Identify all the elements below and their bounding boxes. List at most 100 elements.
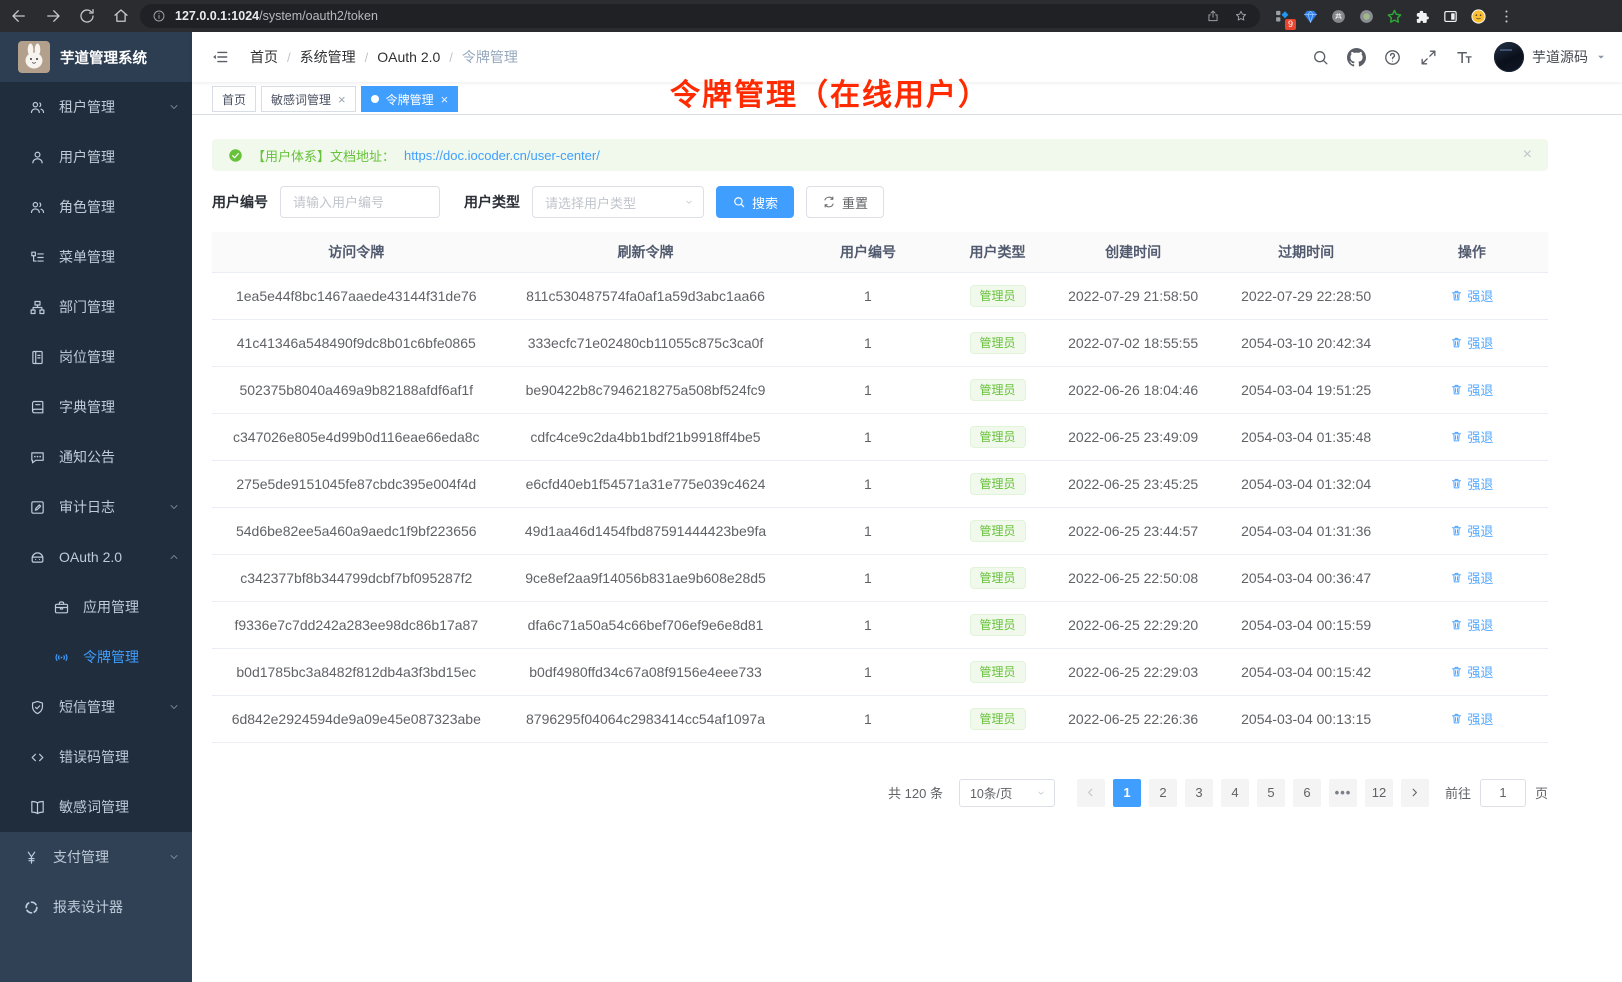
token-row: 54d6be82ee5a460a9aedc1f9bf22365649d1aa46… bbox=[212, 507, 1548, 554]
blocks-extension-icon[interactable]: 9 bbox=[1274, 8, 1291, 25]
github-icon[interactable] bbox=[1347, 48, 1366, 67]
tab-close-icon[interactable]: × bbox=[338, 93, 346, 106]
reload-icon[interactable] bbox=[78, 7, 96, 25]
trash-icon bbox=[1450, 383, 1463, 396]
force-logout-link[interactable]: 强退 bbox=[1450, 333, 1493, 352]
page-2-button[interactable]: 2 bbox=[1149, 779, 1177, 807]
browser-nav-buttons bbox=[10, 7, 130, 25]
star-extension-icon[interactable] bbox=[1386, 8, 1403, 25]
breadcrumb-item[interactable]: OAuth 2.0 bbox=[377, 49, 440, 65]
next-page-button[interactable] bbox=[1401, 779, 1429, 807]
breadcrumb-item[interactable]: 系统管理 bbox=[300, 47, 356, 67]
sidebar-item-user[interactable]: 用户管理 bbox=[0, 132, 192, 182]
sidebar-item-report-designer[interactable]: 报表设计器 bbox=[0, 882, 192, 932]
forward-icon[interactable] bbox=[44, 7, 62, 25]
puzzle-extensions-icon[interactable] bbox=[1414, 8, 1431, 25]
sidebar-item-oauth2-app[interactable]: 应用管理 bbox=[0, 582, 192, 632]
alert-close-icon[interactable]: × bbox=[1523, 147, 1532, 163]
access-token-cell: 54d6be82ee5a460a9aedc1f9bf223656 bbox=[212, 507, 501, 554]
user-id-input[interactable] bbox=[280, 186, 440, 218]
sidebar-item-sms[interactable]: 短信管理 bbox=[0, 682, 192, 732]
force-logout-link[interactable]: 强退 bbox=[1450, 568, 1493, 587]
pager-ellipsis[interactable]: ••• bbox=[1329, 779, 1357, 807]
force-logout-link[interactable]: 强退 bbox=[1450, 380, 1493, 399]
dict-book-icon bbox=[28, 398, 46, 416]
breadcrumb-item[interactable]: 首页 bbox=[250, 47, 278, 67]
sidebar-item-oauth2-token[interactable]: 令牌管理 bbox=[0, 632, 192, 682]
tenant-users-icon bbox=[28, 98, 46, 116]
url-path: /system/oauth2/token bbox=[259, 9, 378, 23]
sidebar-item-post[interactable]: 岗位管理 bbox=[0, 332, 192, 382]
tab-close-icon[interactable]: × bbox=[441, 93, 449, 106]
expires-at-cell: 2054-03-04 01:32:04 bbox=[1217, 460, 1396, 507]
tab-sensitive-word[interactable]: 敏感词管理× bbox=[261, 86, 356, 112]
doc-link[interactable]: https://doc.iocoder.cn/user-center/ bbox=[404, 148, 600, 163]
font-size-icon[interactable] bbox=[1455, 48, 1474, 67]
user-type-select[interactable]: 请选择用户类型 bbox=[532, 186, 704, 218]
user-type-badge: 管理员 bbox=[970, 473, 1026, 495]
chevron-down-icon bbox=[1036, 788, 1046, 798]
gem-extension-icon[interactable] bbox=[1302, 8, 1319, 25]
force-logout-link[interactable]: 强退 bbox=[1450, 521, 1493, 540]
page-1-button[interactable]: 1 bbox=[1113, 779, 1141, 807]
force-logout-link[interactable]: 强退 bbox=[1450, 427, 1493, 446]
force-logout-link[interactable]: 强退 bbox=[1450, 709, 1493, 728]
trash-icon bbox=[1450, 289, 1463, 302]
sidebar-item-error-code[interactable]: 错误码管理 bbox=[0, 732, 192, 782]
record-extension-icon[interactable] bbox=[1358, 8, 1375, 25]
profile-avatar-icon[interactable] bbox=[1470, 8, 1487, 25]
bookmark-star-icon[interactable] bbox=[1234, 9, 1248, 23]
sidebar-item-pay[interactable]: 支付管理 bbox=[0, 832, 192, 882]
sidebar-item-notice[interactable]: 通知公告 bbox=[0, 432, 192, 482]
tab-oauth2-token[interactable]: 令牌管理× bbox=[361, 86, 459, 112]
expires-at-cell: 2054-03-04 01:31:36 bbox=[1217, 507, 1396, 554]
page-5-button[interactable]: 5 bbox=[1257, 779, 1285, 807]
token-row: 502375b8040a469a9b82188afdf6af1fbe90422b… bbox=[212, 366, 1548, 413]
user-type-cell: 管理员 bbox=[945, 413, 1049, 460]
page-4-button[interactable]: 4 bbox=[1221, 779, 1249, 807]
url-bar[interactable]: 127.0.0.1:1024/system/oauth2/token bbox=[140, 4, 1260, 28]
force-logout-link[interactable]: 强退 bbox=[1450, 662, 1493, 681]
menu-dots-icon[interactable] bbox=[1498, 8, 1515, 25]
token-broadcast-icon bbox=[52, 648, 70, 666]
sidebar-item-dict[interactable]: 字典管理 bbox=[0, 382, 192, 432]
alert-text: 【用户体系】文档地址： bbox=[252, 146, 395, 165]
force-logout-link[interactable]: 强退 bbox=[1450, 286, 1493, 305]
sidebar-item-oauth2[interactable]: OAuth 2.0 bbox=[0, 532, 192, 582]
sidebar-item-role[interactable]: 角色管理 bbox=[0, 182, 192, 232]
sidebar-item-dept[interactable]: 部门管理 bbox=[0, 282, 192, 332]
fullscreen-icon[interactable] bbox=[1419, 48, 1438, 67]
dial-extension-icon[interactable] bbox=[1330, 8, 1347, 25]
page-size-select[interactable]: 10条/页 bbox=[959, 779, 1055, 807]
page-3-button[interactable]: 3 bbox=[1185, 779, 1213, 807]
sidebar-collapse-icon[interactable] bbox=[210, 47, 230, 67]
help-icon[interactable] bbox=[1383, 48, 1402, 67]
breadcrumb-item[interactable]: 令牌管理 bbox=[462, 47, 518, 67]
tab-home[interactable]: 首页 bbox=[212, 86, 256, 112]
sidebar-item-sensitive-word[interactable]: 敏感词管理 bbox=[0, 782, 192, 832]
info-icon[interactable] bbox=[152, 9, 166, 23]
goto-page-input[interactable] bbox=[1480, 779, 1526, 807]
share-icon[interactable] bbox=[1206, 9, 1220, 23]
home-icon[interactable] bbox=[112, 7, 130, 25]
reset-button[interactable]: 重置 bbox=[806, 186, 884, 218]
back-icon[interactable] bbox=[10, 7, 28, 25]
user-menu[interactable]: 芋道源码 bbox=[1494, 42, 1606, 72]
page-6-button[interactable]: 6 bbox=[1293, 779, 1321, 807]
sidebar-item-menu[interactable]: 菜单管理 bbox=[0, 232, 192, 282]
logo[interactable]: 芋道管理系统 bbox=[0, 32, 192, 82]
search-icon[interactable] bbox=[1311, 48, 1330, 67]
topbar-action-icons bbox=[1311, 48, 1474, 67]
split-view-icon[interactable] bbox=[1442, 8, 1459, 25]
user-type-badge: 管理员 bbox=[970, 614, 1026, 636]
sidebar-item-audit-log[interactable]: 审计日志 bbox=[0, 482, 192, 532]
force-logout-link[interactable]: 强退 bbox=[1450, 615, 1493, 634]
sidebar-item-tenant[interactable]: 租户管理 bbox=[0, 82, 192, 132]
force-logout-link[interactable]: 强退 bbox=[1450, 474, 1493, 493]
prev-page-button[interactable] bbox=[1077, 779, 1105, 807]
page-12-button[interactable]: 12 bbox=[1365, 779, 1393, 807]
search-button[interactable]: 搜索 bbox=[716, 186, 794, 218]
actions-cell: 强退 bbox=[1396, 319, 1548, 366]
success-check-icon bbox=[228, 148, 243, 163]
table-body: 1ea5e44f8bc1467aaede43144f31de76811c5304… bbox=[212, 272, 1548, 742]
